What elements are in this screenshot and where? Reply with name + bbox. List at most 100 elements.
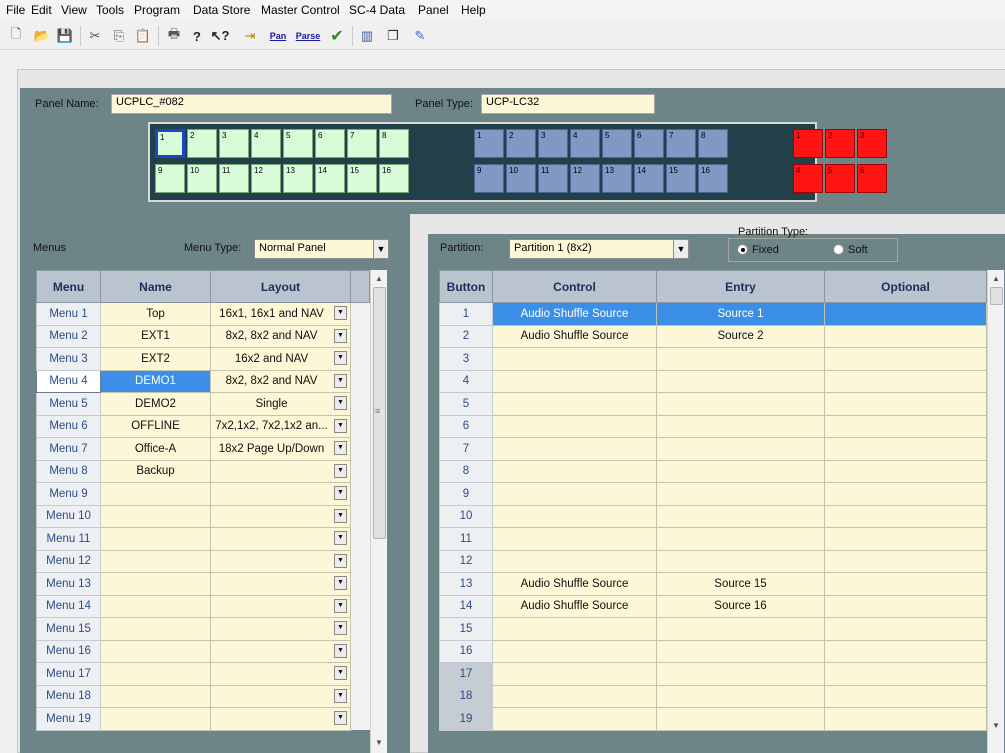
entry-cell[interactable]: Source 1 [656,302,825,326]
menu-number[interactable]: Menu 17 [36,662,101,686]
optional-cell[interactable] [824,684,987,708]
menu-name-cell[interactable]: Backup [100,459,211,483]
paste-icon[interactable]: 📋 [133,26,153,46]
menu-row[interactable]: Menu 3 EXT2 16x2 and NAV ▼ [36,347,370,371]
chevron-down-icon[interactable]: ▼ [334,508,347,523]
optional-cell[interactable] [824,572,987,596]
menu-name-cell[interactable]: OFFLINE [100,414,211,438]
menu-name-cell[interactable]: DEMO1 [100,369,211,393]
partition-row[interactable]: 8 [439,459,987,483]
menu-tools[interactable]: Tools [96,3,124,17]
optional-cell[interactable] [824,594,987,618]
pan-icon[interactable]: Pan [266,26,290,46]
context-help-icon[interactable]: ↖? [210,26,230,46]
entry-cell[interactable] [656,662,825,686]
menu-layout-cell[interactable]: ▼ [210,572,351,596]
menu-row[interactable]: Menu 2 EXT1 8x2, 8x2 and NAV ▼ [36,324,370,348]
menu-row[interactable]: Menu 7 Office-A 18x2 Page Up/Down ▼ [36,437,370,461]
menu-number[interactable]: Menu 19 [36,707,101,731]
button-cell[interactable]: 12 [439,549,493,573]
menu-row[interactable]: Menu 16 ▼ [36,639,370,663]
layout-column-header[interactable]: Layout [210,270,351,303]
entry-cell[interactable]: Source 15 [656,572,825,596]
green-key[interactable]: 6 [315,129,345,158]
chevron-down-icon[interactable]: ▼ [334,351,347,365]
partition-row[interactable]: 1 Audio Shuffle Source Source 1 [439,302,987,326]
entry-cell[interactable] [656,459,825,483]
partition-row[interactable]: 15 [439,617,987,641]
entry-cell[interactable] [656,482,825,506]
chevron-down-icon[interactable]: ▼ [334,711,347,725]
menu-number[interactable]: Menu 12 [36,549,101,573]
menu-name-cell[interactable] [100,662,211,686]
edit-icon[interactable]: ✎ [410,26,430,46]
red-key[interactable]: 3 [857,129,887,158]
button-cell[interactable]: 7 [439,437,493,461]
blue-key[interactable]: 7 [666,129,696,158]
partition-row[interactable]: 2 Audio Shuffle Source Source 2 [439,324,987,348]
menu-name-cell[interactable] [100,549,211,573]
menu-row[interactable]: Menu 19 ▼ [36,707,370,731]
optional-cell[interactable] [824,437,987,461]
menu-row[interactable]: Menu 1 Top 16x1, 16x1 and NAV ▼ [36,302,370,326]
button-cell[interactable]: 15 [439,617,493,641]
chevron-down-icon[interactable]: ▼ [334,553,347,568]
open-icon[interactable]: 📂 [32,26,52,46]
chevron-down-icon[interactable]: ▼ [334,306,347,320]
green-key[interactable]: 4 [251,129,281,158]
menu-name-cell[interactable]: Office-A [100,437,211,461]
menu-layout-cell[interactable]: 8x2, 8x2 and NAV ▼ [210,324,351,348]
entry-cell[interactable]: Source 2 [656,324,825,348]
menu-number[interactable]: Menu 10 [36,504,101,528]
green-key[interactable]: 14 [315,164,345,193]
chevron-down-icon[interactable]: ▼ [334,373,347,388]
menu-number[interactable]: Menu 2 [36,324,101,348]
green-key[interactable]: 9 [155,164,185,193]
partition-select[interactable]: Partition 1 (8x2) ▼ [509,239,689,259]
menu-name-cell[interactable] [100,639,211,663]
new-icon[interactable]: 🗋 [6,26,26,46]
import-icon[interactable]: ⇥ [240,26,260,46]
menu-row[interactable]: Menu 14 ▼ [36,594,370,618]
chevron-down-icon[interactable]: ▼ [334,463,347,478]
copy-icon[interactable]: ⎘ [109,26,129,46]
green-key[interactable]: 13 [283,164,313,193]
optional-cell[interactable] [824,504,987,528]
blue-key[interactable]: 11 [538,164,568,193]
menu-panel[interactable]: Panel [418,3,449,17]
scroll-up-icon[interactable]: ▲ [371,270,387,287]
control-cell[interactable] [492,617,657,641]
partition-row[interactable]: 12 [439,549,987,573]
control-cell[interactable] [492,459,657,483]
chevron-down-icon[interactable]: ▼ [334,621,347,635]
button-cell[interactable]: 19 [439,707,493,731]
control-cell[interactable] [492,707,657,731]
partition-row[interactable]: 3 [439,347,987,371]
menu-name-cell[interactable] [100,527,211,551]
green-key[interactable]: 10 [187,164,217,193]
partition-row[interactable]: 7 [439,437,987,461]
button-cell[interactable]: 5 [439,392,493,416]
chevron-down-icon[interactable]: ▼ [673,240,688,258]
blue-key[interactable]: 5 [602,129,632,158]
menu-number[interactable]: Menu 9 [36,482,101,506]
scroll-thumb[interactable] [990,287,1003,305]
menu-number[interactable]: Menu 11 [36,527,101,551]
red-key[interactable]: 2 [825,129,855,158]
partition-row[interactable]: 5 [439,392,987,416]
menu-data-store[interactable]: Data Store [193,3,250,17]
control-cell[interactable]: Audio Shuffle Source [492,324,657,348]
optional-cell[interactable] [824,347,987,371]
menu-row[interactable]: Menu 15 ▼ [36,617,370,641]
menu-number[interactable]: Menu 7 [36,437,101,461]
menu-name-cell[interactable] [100,617,211,641]
green-key[interactable]: 8 [379,129,409,158]
optional-cell[interactable] [824,459,987,483]
optional-cell[interactable] [824,392,987,416]
entry-cell[interactable] [656,437,825,461]
entry-cell[interactable] [656,369,825,393]
menu-sc4-data[interactable]: SC-4 Data [349,3,405,17]
button-cell[interactable]: 3 [439,347,493,371]
entry-cell[interactable] [656,392,825,416]
chevron-down-icon[interactable]: ▼ [334,688,347,703]
